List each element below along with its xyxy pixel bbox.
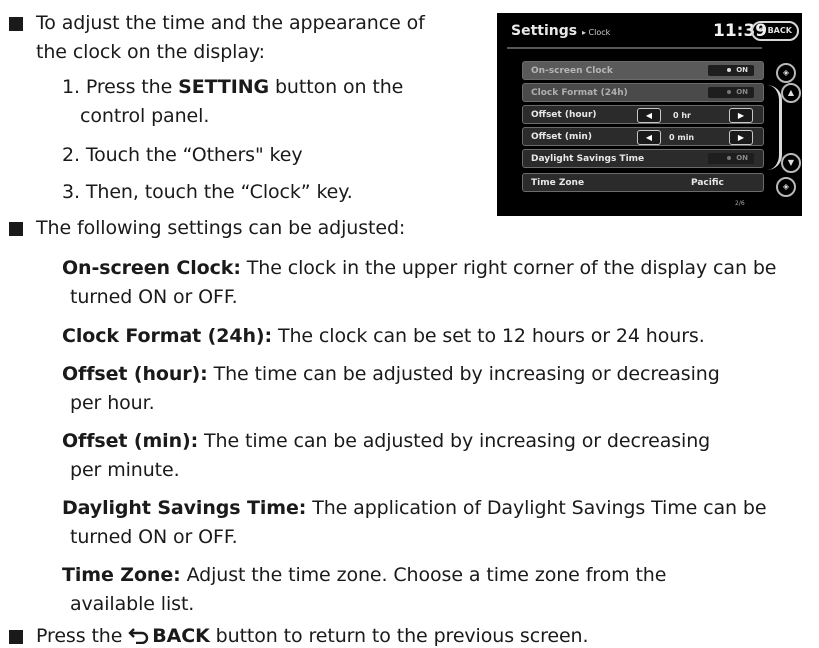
bullet-square	[9, 222, 23, 236]
scroll-bottom-icon: ◈	[776, 177, 796, 197]
item-text-cont: available list.	[70, 593, 195, 615]
item-text: The time can be adjusted by increasing o…	[198, 430, 711, 452]
step-3: 3. Then, touch the “Clock” key.	[62, 181, 353, 203]
item-offset-hour: Offset (hour): The time can be adjusted …	[62, 362, 720, 386]
screen-breadcrumb: ▸ Clock	[581, 28, 611, 37]
row-label: On-screen Clock	[531, 66, 613, 76]
offset-value: 0 hr	[673, 111, 691, 120]
scroll-track	[767, 85, 782, 170]
screen-back-button: ↶ BACK	[751, 21, 799, 41]
screen-back-label: BACK	[767, 26, 792, 35]
step-1: 1. Press the SETTING button on the	[62, 75, 403, 99]
back-arrow-icon	[128, 628, 149, 645]
item-text: The clock in the upper right corner of t…	[240, 257, 777, 279]
item-text-cont: turned ON or OFF.	[70, 286, 238, 308]
on-toggle: ON	[708, 153, 754, 164]
item-label: Daylight Savings Time:	[62, 497, 307, 519]
row-label: Time Zone	[531, 178, 585, 188]
item-text-cont: per hour.	[70, 392, 155, 414]
toggle-value: ON	[736, 66, 748, 74]
offset-value: 0 min	[669, 133, 695, 142]
item-text: Adjust the time zone. Choose a time zone…	[180, 564, 667, 586]
row-label: Offset (hour)	[531, 110, 597, 120]
decrease-arrow-icon: ◀	[637, 130, 661, 145]
item-text: The time can be adjusted by increasing o…	[207, 363, 720, 385]
step-1-post: button on the	[269, 76, 404, 98]
screen-title-text: Settings	[511, 23, 578, 39]
screen-divider	[507, 47, 762, 49]
increase-arrow-icon: ▶	[729, 108, 753, 123]
item-on-screen-clock: On-screen Clock: The clock in the upper …	[62, 256, 776, 280]
item-offset-min: Offset (min): The time can be adjusted b…	[62, 429, 710, 453]
intro-line-1: To adjust the time and the appearance of	[36, 12, 425, 34]
step-2: 2. Touch the “Others" key	[62, 144, 303, 166]
screen-row-time-zone: Time Zone Pacific	[522, 173, 764, 192]
back-note: Press the BACK button to return to the p…	[36, 624, 589, 648]
screen-row-offset-min: Offset (min) ◀ 0 min ▶	[522, 127, 764, 146]
screen-row-daylight-savings: Daylight Savings Time ON	[522, 149, 764, 168]
row-label: Clock Format (24h)	[531, 88, 628, 98]
item-label: Offset (hour):	[62, 363, 208, 385]
item-label: Time Zone:	[62, 564, 181, 586]
item-text-cont: per minute.	[70, 459, 180, 481]
item-daylight-savings: Daylight Savings Time: The application o…	[62, 496, 767, 520]
increase-arrow-icon: ▶	[729, 130, 753, 145]
toggle-value: ON	[736, 154, 748, 162]
on-toggle: ON	[708, 65, 754, 76]
step-1-bold: SETTING	[178, 76, 270, 98]
item-clock-format: Clock Format (24h): The clock can be set…	[62, 324, 705, 348]
clock-settings-screenshot: Settings ▸ Clock 11:39 ↶ BACK On-screen …	[497, 13, 802, 216]
item-label: On-screen Clock:	[62, 257, 241, 279]
scroll-up-icon: ▲	[781, 83, 801, 103]
screen-row-offset-hour: Offset (hour) ◀ 0 hr ▶	[522, 105, 764, 124]
item-time-zone: Time Zone: Adjust the time zone. Choose …	[62, 563, 666, 587]
item-label: Offset (min):	[62, 430, 199, 452]
item-text: The application of Daylight Savings Time…	[306, 497, 767, 519]
bullet-square	[9, 17, 23, 31]
item-label: Clock Format (24h):	[62, 325, 273, 347]
item-text: The clock can be set to 12 hours or 24 h…	[272, 325, 705, 347]
decrease-arrow-icon: ◀	[637, 108, 661, 123]
back-note-bold: BACK	[152, 625, 210, 647]
step-1-cont: control panel.	[80, 105, 210, 127]
back-note-pre: Press the	[36, 625, 129, 647]
time-zone-value: Pacific	[691, 178, 724, 188]
step-1-pre: 1. Press the	[62, 76, 179, 98]
on-toggle: ON	[708, 87, 754, 98]
toggle-value: ON	[736, 88, 748, 96]
settings-intro: The following settings can be adjusted:	[36, 217, 406, 239]
screen-page-indicator: 2/6	[735, 200, 745, 207]
bullet-square	[9, 630, 23, 644]
screen-row-clock-format: Clock Format (24h) ON	[522, 83, 764, 102]
row-label: Daylight Savings Time	[531, 154, 645, 164]
scroll-down-icon: ▼	[781, 153, 801, 173]
item-text-cont: turned ON or OFF.	[70, 526, 238, 548]
scroll-top-icon: ◈	[776, 63, 796, 83]
back-note-post: button to return to the previous screen.	[209, 625, 589, 647]
row-label: Offset (min)	[531, 132, 592, 142]
screen-row-on-screen-clock: On-screen Clock ON	[522, 61, 764, 80]
intro-line-2: the clock on the display:	[36, 41, 265, 63]
screen-title: Settings ▸ Clock	[511, 23, 610, 39]
